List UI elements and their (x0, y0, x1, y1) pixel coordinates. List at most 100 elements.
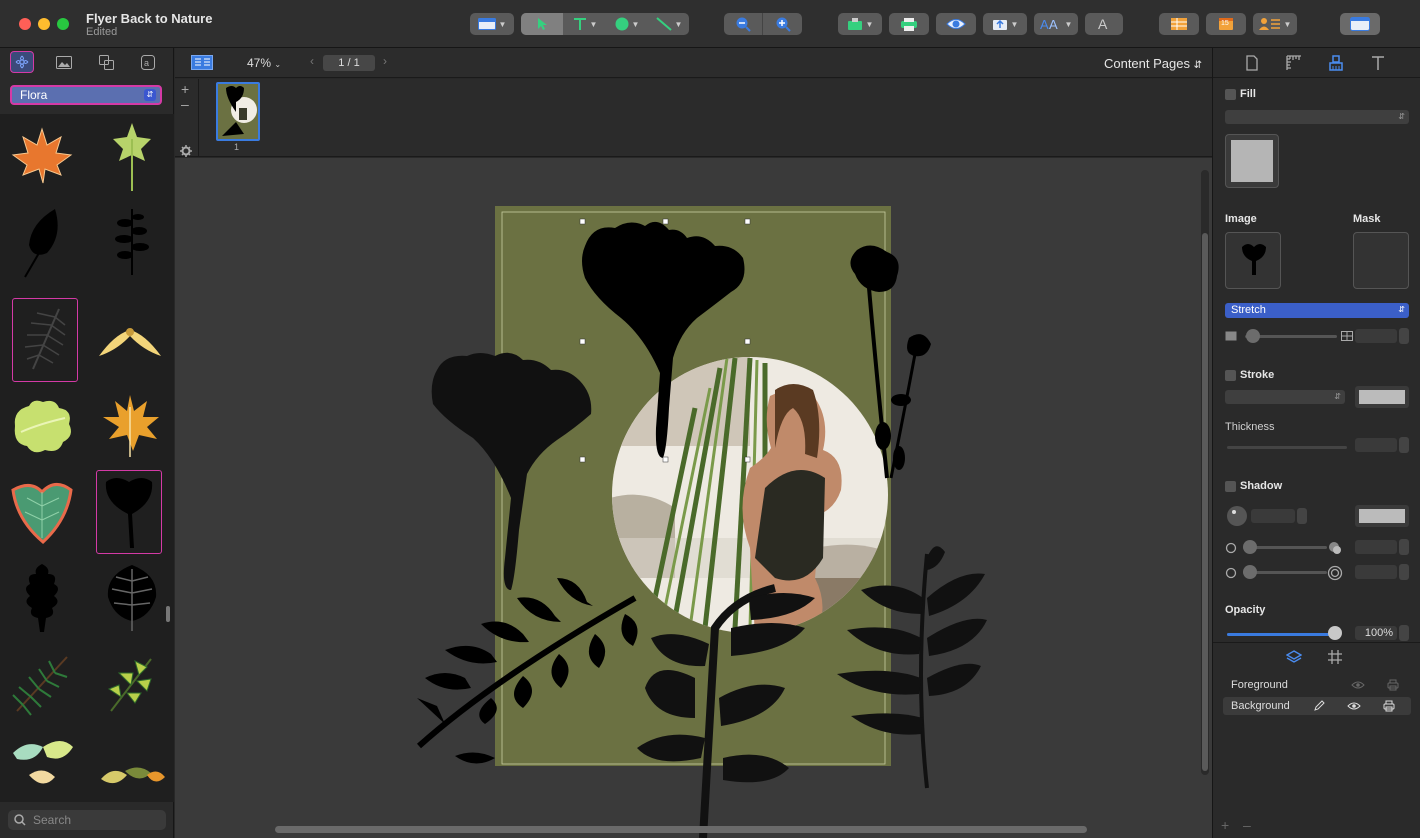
page-thumbnail[interactable] (216, 82, 260, 141)
tab-shapes[interactable] (94, 51, 118, 73)
thickness-stepper[interactable] (1399, 437, 1409, 453)
shadow-angle-field[interactable] (1251, 509, 1295, 523)
printer-icon[interactable] (1387, 679, 1399, 691)
visibility-eye-icon[interactable] (1351, 680, 1365, 690)
visibility-eye-icon[interactable] (1347, 701, 1361, 711)
prev-page-button[interactable]: ‹ (310, 54, 314, 68)
clipart-autumn-leaf-orange[interactable] (97, 384, 163, 468)
fill-type-select[interactable]: ⇵ (1225, 110, 1409, 124)
library-scrollbar[interactable] (166, 606, 170, 622)
select-tool-button[interactable] (521, 13, 563, 35)
zoom-out-button[interactable] (724, 13, 763, 35)
tab-text[interactable]: a (136, 51, 160, 73)
next-page-button[interactable]: › (383, 54, 387, 68)
stroke-style-select[interactable]: ⇵ (1225, 390, 1345, 404)
shadow-color-well[interactable] (1355, 505, 1409, 527)
tab-flora[interactable] (10, 51, 34, 73)
shadow-blur-field[interactable] (1355, 565, 1397, 579)
calendar-button[interactable]: 15 (1206, 13, 1246, 35)
clipart-mint-leaves[interactable] (9, 728, 75, 802)
mask-well[interactable] (1353, 232, 1409, 289)
opacity-field[interactable]: 100% (1355, 626, 1397, 640)
text-tool-button[interactable]: ▼ (565, 13, 605, 35)
text-style-button[interactable]: A (1085, 13, 1123, 35)
grid-icon[interactable] (1327, 649, 1343, 665)
layout-button[interactable]: ▼ (470, 13, 514, 35)
remove-page-button[interactable]: – (181, 96, 189, 112)
shadow-blur-knob[interactable] (1243, 565, 1257, 579)
line-tool-button[interactable]: ▼ (649, 13, 689, 35)
gear-icon[interactable] (180, 145, 192, 157)
style-icon[interactable] (1327, 54, 1345, 72)
view-mode-select[interactable]: Content Pages ⇵ (1104, 56, 1202, 71)
clipart-veined-leaf-black[interactable] (99, 556, 165, 640)
ruler-icon[interactable] (1285, 54, 1303, 72)
clipart-oak-leaf-black[interactable] (9, 556, 75, 640)
zoom-level-select[interactable]: 47% ⌄ (247, 56, 281, 70)
horizontal-scrollbar[interactable] (275, 826, 1087, 833)
vertical-scroll-thumb[interactable] (1202, 233, 1208, 771)
clipart-ivy-leaf-green[interactable] (99, 114, 165, 198)
fill-checkbox[interactable] (1225, 89, 1236, 100)
clipart-maple-leaf-orange[interactable] (9, 114, 75, 198)
clipart-outline-palm-frond[interactable] (12, 298, 78, 382)
opacity-knob[interactable] (1328, 626, 1342, 640)
image-scale-stepper[interactable] (1399, 328, 1409, 344)
clipart-mixed-leaves[interactable] (99, 728, 165, 802)
shadow-offset-knob[interactable] (1243, 540, 1257, 554)
image-well[interactable] (1225, 232, 1281, 289)
minimize-button[interactable] (38, 18, 50, 30)
page-indicator[interactable]: 1 / 1 (323, 55, 375, 71)
shape-tool-button[interactable]: ▼ (607, 13, 647, 35)
fill-color-well[interactable] (1225, 134, 1279, 188)
print-button[interactable] (889, 13, 929, 35)
library-search-input[interactable]: Search (8, 810, 166, 830)
remove-layer-button[interactable]: – (1243, 817, 1251, 833)
layers-icon[interactable] (1286, 649, 1302, 665)
clipart-lettuce-leaf[interactable] (9, 384, 75, 468)
clipart-black-leaf[interactable] (9, 200, 75, 284)
image-mode-select[interactable]: Stretch ⇵ (1225, 303, 1409, 318)
add-layer-button[interactable]: + (1221, 817, 1229, 833)
text-format-icon[interactable] (1369, 54, 1387, 72)
contact-button[interactable]: ▼ (1253, 13, 1297, 35)
shadow-blur-stepper[interactable] (1399, 564, 1409, 580)
page-icon[interactable] (1243, 54, 1261, 72)
thickness-slider[interactable] (1227, 446, 1347, 449)
table-button[interactable] (1159, 13, 1199, 35)
printer-icon[interactable] (1383, 700, 1395, 712)
shadow-angle-stepper[interactable] (1297, 508, 1307, 524)
clipart-yellow-green-sprig[interactable] (99, 642, 165, 726)
insert-button[interactable]: ▼ (838, 13, 882, 35)
sidebar-toggle-button[interactable] (1340, 13, 1380, 35)
shadow-offset-stepper[interactable] (1399, 539, 1409, 555)
tab-images[interactable] (52, 51, 76, 73)
clipart-ginkgo-leaf-black[interactable] (96, 470, 162, 554)
thickness-field[interactable] (1355, 438, 1397, 452)
preview-button[interactable] (936, 13, 976, 35)
clipart-maple-seed-yellow[interactable] (97, 298, 163, 382)
zoom-in-button[interactable] (764, 13, 802, 35)
opacity-slider[interactable] (1227, 633, 1335, 636)
pencil-icon[interactable] (1313, 700, 1325, 712)
vertical-scrollbar[interactable] (1201, 170, 1209, 775)
category-select[interactable]: Flora ⇵ (10, 85, 162, 105)
shadow-angle-dial[interactable] (1227, 506, 1247, 526)
export-button[interactable]: ▼ (983, 13, 1027, 35)
font-button[interactable]: A A ▼ (1034, 13, 1078, 35)
clipart-black-fern-sprig[interactable] (99, 200, 165, 284)
shadow-checkbox[interactable] (1225, 481, 1236, 492)
layer-row-foreground[interactable]: Foreground (1223, 676, 1411, 694)
image-scale-knob[interactable] (1246, 329, 1260, 343)
stroke-checkbox[interactable] (1225, 370, 1236, 381)
clipart-green-heart-leaf[interactable] (9, 470, 75, 554)
close-button[interactable] (19, 18, 31, 30)
page-view-toggle[interactable] (191, 55, 213, 73)
layer-row-background[interactable]: Background (1223, 697, 1411, 715)
shadow-offset-field[interactable] (1355, 540, 1397, 554)
image-scale-field[interactable] (1355, 329, 1397, 343)
clipart-pine-branch[interactable] (9, 642, 75, 726)
zoom-button[interactable] (57, 18, 69, 30)
add-page-button[interactable]: + (181, 81, 189, 97)
opacity-stepper[interactable] (1399, 625, 1409, 641)
